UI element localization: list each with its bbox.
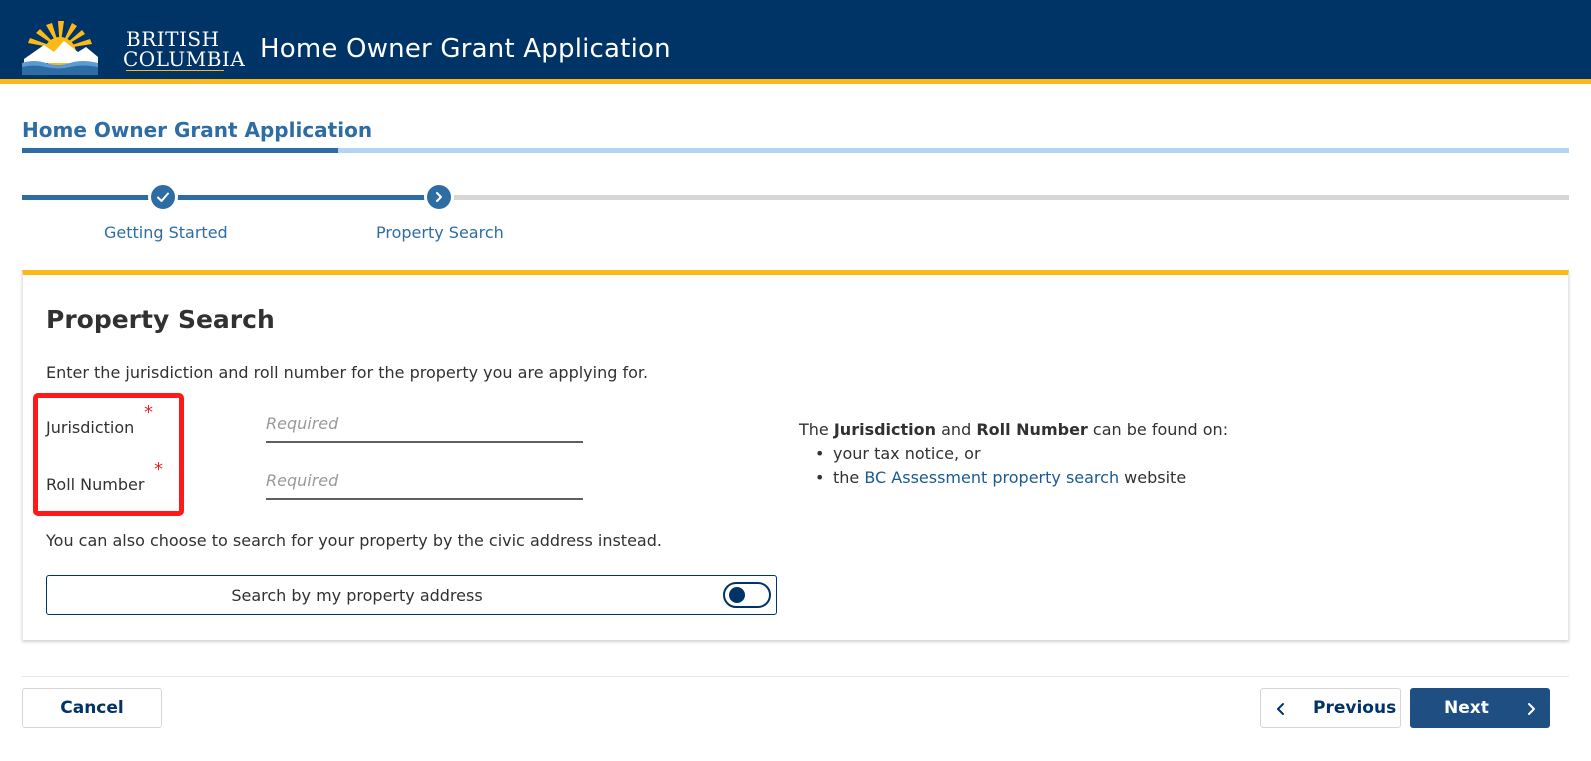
- step-property-search-indicator[interactable]: [424, 182, 454, 212]
- info-text: The: [799, 420, 834, 439]
- jurisdiction-label: Jurisdiction: [46, 418, 135, 437]
- next-button[interactable]: Next: [1410, 688, 1550, 728]
- required-marker: *: [144, 402, 153, 423]
- list-item-text: website: [1119, 468, 1187, 487]
- list-item: your tax notice, or: [799, 442, 1228, 466]
- info-term-jurisdiction: Jurisdiction: [833, 420, 937, 439]
- title-rule-accent: [22, 148, 338, 153]
- jurisdiction-input[interactable]: [266, 409, 583, 443]
- chevron-right-icon: [436, 192, 442, 202]
- step-getting-started-indicator[interactable]: [148, 182, 178, 212]
- logo-underline: [126, 70, 224, 71]
- info-block: The Jurisdiction and Roll Number can be …: [799, 418, 1228, 490]
- toggle-knob: [729, 587, 745, 603]
- required-marker: *: [154, 459, 163, 480]
- roll-number-label: Roll Number: [46, 475, 145, 494]
- previous-button-label: Previous: [1313, 698, 1397, 718]
- bc-sun-logo-icon: [22, 21, 98, 75]
- info-list: your tax notice, or the BC Assessment pr…: [799, 442, 1228, 490]
- stepper-track-complete: [22, 195, 440, 200]
- card-heading: Property Search: [46, 305, 275, 334]
- cancel-button[interactable]: Cancel: [22, 688, 162, 728]
- header-title: Home Owner Grant Application: [260, 34, 671, 64]
- chevron-left-icon: [1277, 703, 1284, 715]
- stepper-track-remaining: [440, 195, 1569, 200]
- info-heading: The Jurisdiction and Roll Number can be …: [799, 418, 1228, 442]
- info-text: can be found on:: [1087, 420, 1229, 439]
- property-search-card: Property Search Enter the jurisdiction a…: [22, 270, 1569, 640]
- info-term-roll-number: Roll Number: [976, 420, 1088, 439]
- footer-divider: [22, 676, 1569, 677]
- previous-button[interactable]: Previous: [1260, 688, 1401, 728]
- bc-logo-wordmark: BRITISH COLUMBIA: [123, 27, 246, 71]
- chevron-right-icon: [1528, 703, 1535, 715]
- search-by-address-toggle[interactable]: Search by my property address: [46, 575, 777, 615]
- check-icon: [157, 192, 169, 202]
- toggle-label: Search by my property address: [231, 586, 483, 605]
- next-button-label: Next: [1444, 698, 1489, 718]
- logo-line-1: BRITISH: [126, 27, 220, 51]
- page-title: Home Owner Grant Application: [22, 118, 373, 142]
- bc-assessment-link[interactable]: BC Assessment property search: [864, 468, 1119, 487]
- step-label-property-search[interactable]: Property Search: [376, 223, 504, 242]
- list-item-text: the: [833, 468, 865, 487]
- list-item: the BC Assessment property search websit…: [799, 466, 1228, 490]
- bc-gov-logo[interactable]: BRITISH COLUMBIA: [22, 19, 245, 75]
- address-search-hint: You can also choose to search for your p…: [46, 531, 662, 550]
- list-item-text: your tax notice, or: [833, 444, 981, 463]
- site-header: BRITISH COLUMBIA Home Owner Grant Applic…: [0, 0, 1591, 84]
- step-label-getting-started[interactable]: Getting Started: [104, 223, 228, 242]
- roll-number-input[interactable]: [266, 466, 583, 500]
- highlight-box: [33, 393, 184, 516]
- logo-line-2: COLUMBIA: [123, 47, 246, 71]
- info-text: and: [936, 420, 977, 439]
- toggle-switch[interactable]: [723, 582, 771, 608]
- card-intro-text: Enter the jurisdiction and roll number f…: [46, 363, 649, 382]
